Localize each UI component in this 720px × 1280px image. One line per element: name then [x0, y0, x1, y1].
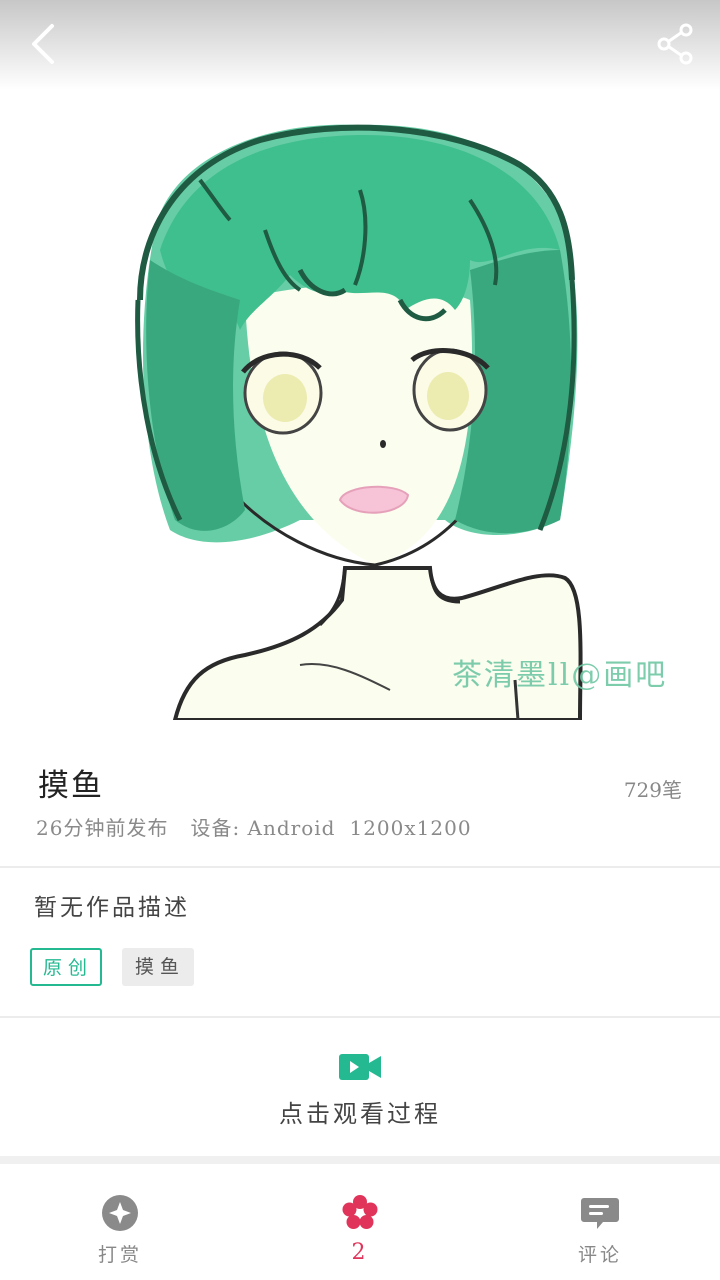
artwork-watermark: 茶清墨ll@画吧: [452, 658, 668, 693]
reward-label: 打赏: [97, 1244, 142, 1266]
reward-button[interactable]: 打赏: [20, 1176, 220, 1280]
description-section: 暂无作品描述 原创 摸鱼: [0, 870, 720, 1018]
canvas-resolution: 1200x1200: [349, 816, 472, 840]
back-button[interactable]: [20, 20, 68, 68]
section-divider: [0, 1156, 720, 1164]
tag-moyu[interactable]: 摸鱼: [122, 948, 194, 986]
share-button[interactable]: [652, 20, 700, 68]
tag-original[interactable]: 原创: [30, 948, 102, 986]
video-camera-icon: [339, 1054, 381, 1080]
watch-process-label: 点击观看过程: [279, 1100, 441, 1128]
flower-icon: [342, 1195, 378, 1229]
comment-label: 评论: [577, 1244, 622, 1266]
work-title: 摸鱼: [38, 768, 104, 804]
comment-button[interactable]: 评论: [500, 1176, 700, 1280]
like-count: 2: [351, 1240, 369, 1265]
artwork-image[interactable]: 茶清墨ll@画吧: [0, 0, 720, 720]
comment-icon: [581, 1198, 619, 1229]
work-meta: 26分钟前发布 设备: Android 1200x1200: [36, 812, 472, 841]
share-icon: [657, 23, 693, 65]
work-info: 摸鱼 729笔 26分钟前发布 设备: Android 1200x1200: [0, 720, 720, 868]
bottom-action-bar: 打赏 2 评论: [0, 1176, 720, 1280]
publish-time: 26分钟前发布: [36, 816, 169, 840]
watch-process-button[interactable]: 点击观看过程: [0, 1020, 720, 1156]
chevron-left-icon: [32, 24, 54, 64]
like-button[interactable]: 2: [260, 1176, 460, 1280]
coin-icon: [102, 1195, 138, 1231]
top-gradient: [0, 0, 720, 90]
device-info: 设备: Android: [190, 816, 336, 840]
work-description: 暂无作品描述: [34, 895, 190, 921]
artwork-drawing: [135, 124, 583, 720]
stroke-count: 729笔: [623, 778, 682, 802]
